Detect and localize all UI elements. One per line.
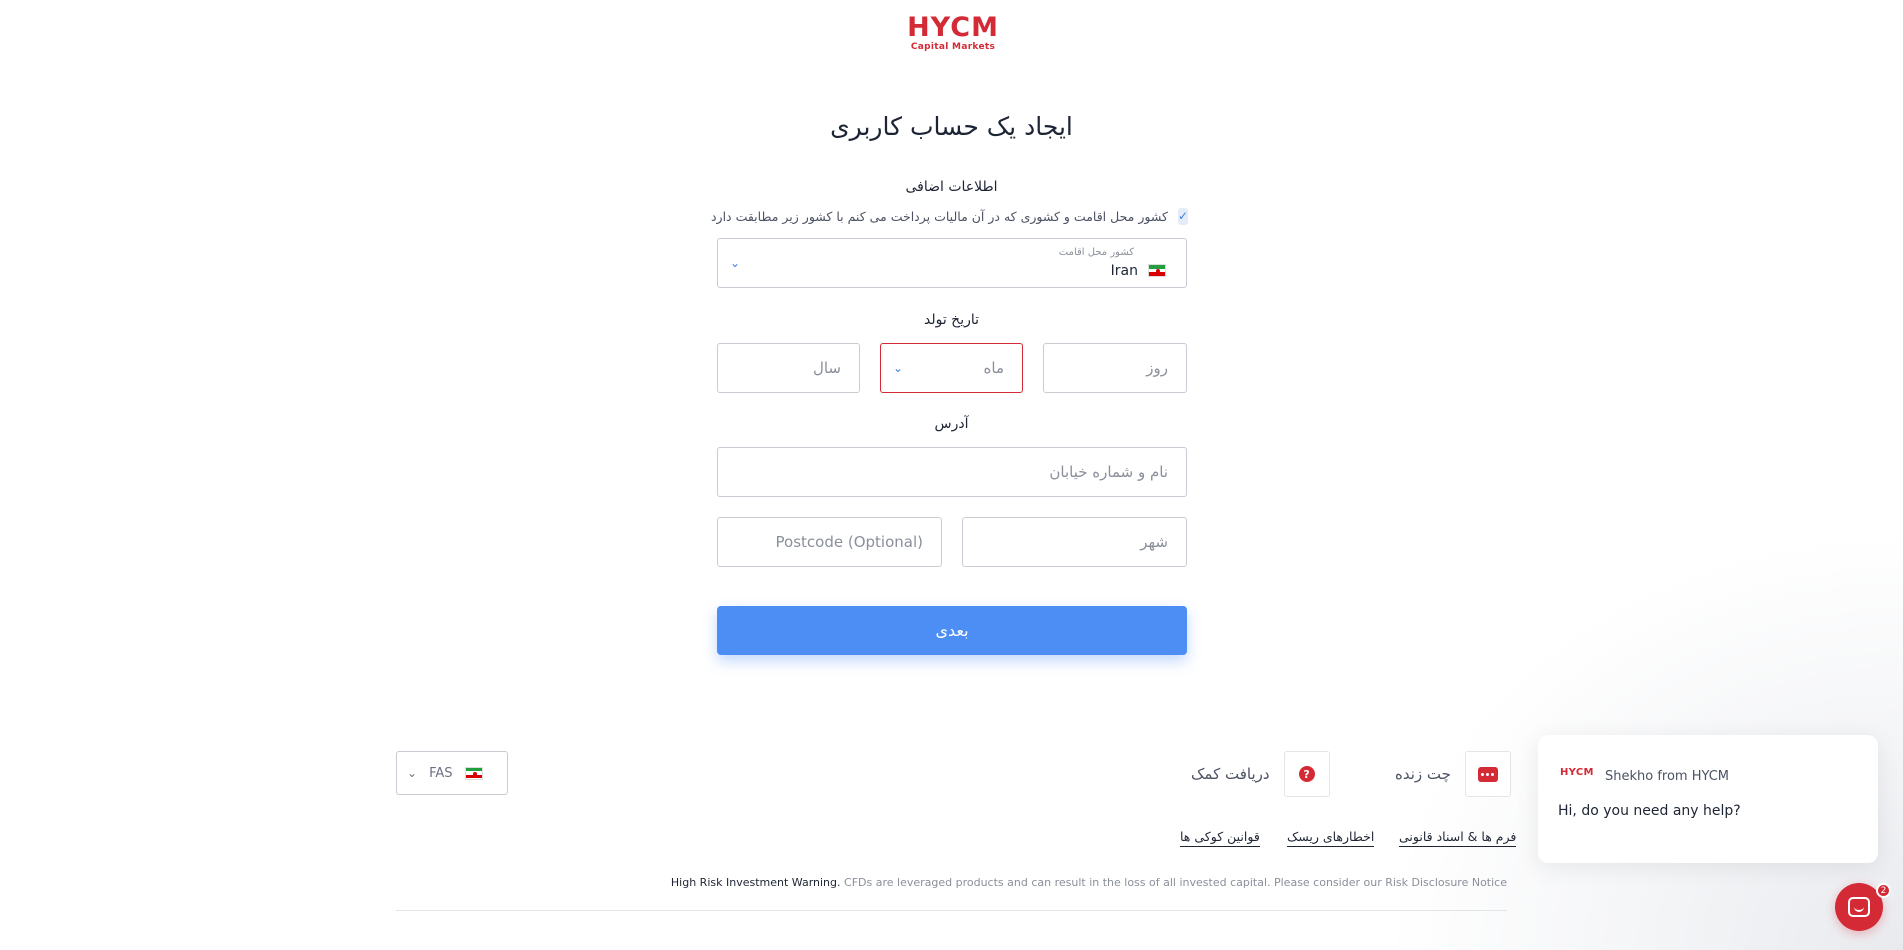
chevron-down-icon: ⌄: [407, 766, 418, 780]
address-label: آدرس: [934, 416, 969, 432]
chat-popup[interactable]: HYCM Shekho from HYCM Hi, do you need an…: [1538, 735, 1878, 863]
hycm-logo[interactable]: HYCM Capital Markets: [906, 12, 1000, 53]
tax-residency-checkbox-row[interactable]: ✓ کشور محل اقامت و کشوری که در آن مالیات…: [711, 206, 1188, 226]
birthdate-label: تاریخ تولد: [923, 312, 980, 328]
chat-sender: Shekho from HYCM: [1605, 769, 1730, 784]
footer-link-legal-docs[interactable]: فرم ها & اسناد قانونی: [1399, 829, 1517, 847]
footer-link-cookie-policy[interactable]: قوانین کوکی ها: [1180, 829, 1260, 847]
country-value: Iran: [1110, 263, 1138, 279]
risk-warning-text: CFDs are leveraged products and can resu…: [844, 876, 1507, 889]
birth-year-placeholder: سال: [812, 359, 841, 377]
street-placeholder: نام و شماره خیابان: [1049, 463, 1168, 481]
city-input[interactable]: شهر: [962, 517, 1187, 567]
additional-info-label: اطلاعات اضافی: [905, 179, 998, 195]
language-code: FAS: [429, 765, 453, 781]
birth-day-input[interactable]: روز: [1043, 343, 1187, 393]
chevron-down-icon: ⌄: [893, 361, 904, 375]
country-field-label: کشور محل اقامت: [1058, 247, 1134, 258]
page-title: ایجاد یک حساب کاربری: [830, 112, 1073, 141]
street-input[interactable]: نام و شماره خیابان: [717, 447, 1187, 497]
city-placeholder: شهر: [1140, 533, 1168, 551]
tax-residency-checkbox[interactable]: ✓: [1177, 207, 1188, 225]
live-chat-icon-box: [1464, 751, 1511, 797]
country-select[interactable]: کشور محل اقامت Iran ⌄: [717, 238, 1187, 288]
live-chat-label: چت زنده: [1395, 765, 1451, 783]
chat-agent-logo: HYCM: [1560, 767, 1594, 778]
footer-link-risk-warnings[interactable]: اخطارهای ریسک: [1287, 829, 1375, 847]
birth-month-select[interactable]: ماه ⌄: [880, 343, 1023, 393]
tax-residency-checkbox-label: کشور محل اقامت و کشوری که در آن مالیات پ…: [710, 208, 1168, 224]
language-select[interactable]: ⌄ FAS: [396, 751, 508, 795]
chat-message: Hi, do you need any help?: [1558, 803, 1741, 819]
postcode-placeholder: Postcode (Optional): [775, 533, 923, 551]
risk-warning-title: High Risk Investment Warning.: [670, 876, 841, 889]
get-help-icon-box: ?: [1283, 751, 1330, 797]
footer-divider: [396, 910, 1507, 911]
live-chat-link[interactable]: چت زنده: [1395, 751, 1511, 797]
chat-icon: [1848, 897, 1870, 917]
logo-subtitle: Capital Markets: [910, 42, 996, 52]
chat-bubble-icon: [1477, 766, 1498, 782]
next-button[interactable]: بعدی: [717, 606, 1187, 655]
checkmark-icon: ✓: [1177, 209, 1188, 223]
get-help-label: دریافت کمک: [1191, 765, 1270, 783]
question-icon: ?: [1298, 766, 1315, 782]
iran-flag-icon: [1148, 264, 1166, 277]
chevron-down-icon: ⌄: [730, 256, 741, 270]
postcode-input[interactable]: Postcode (Optional): [717, 517, 942, 567]
unread-badge: 2: [1876, 883, 1891, 898]
birth-day-placeholder: روز: [1146, 359, 1168, 377]
logo-wordmark: HYCM: [907, 12, 999, 43]
birth-year-input[interactable]: سال: [717, 343, 860, 393]
iran-flag-icon: [464, 766, 483, 780]
get-help-link[interactable]: ? دریافت کمک: [1191, 751, 1330, 797]
birth-month-placeholder: ماه: [983, 359, 1004, 377]
risk-warning: High Risk Investment Warning. CFDs are l…: [671, 876, 1507, 889]
